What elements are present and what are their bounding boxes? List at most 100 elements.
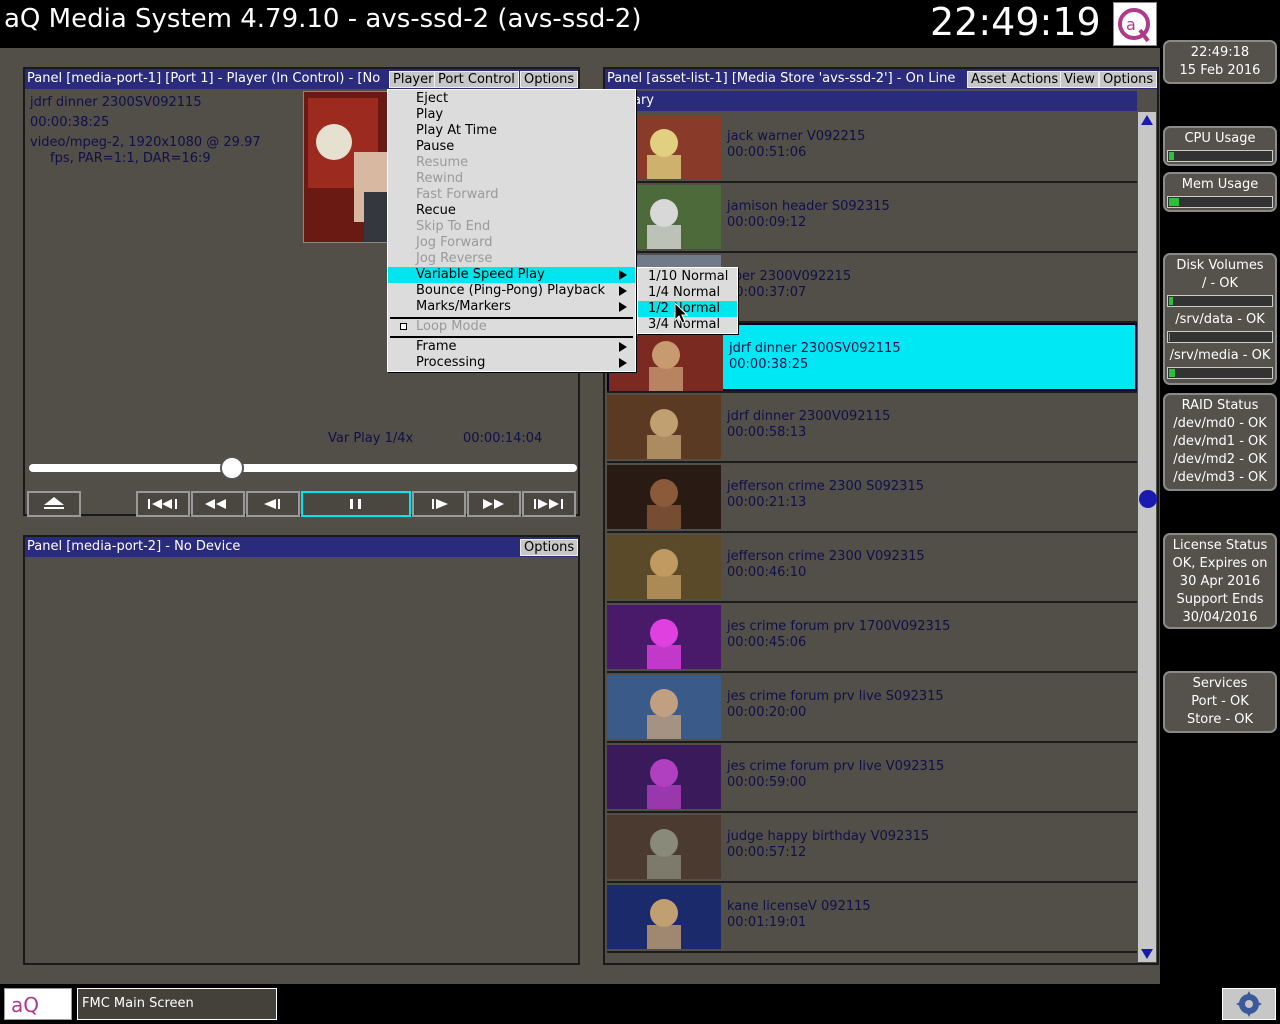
menu-bounce-playback[interactable]: Bounce (Ping-Pong) Playback — [388, 283, 635, 299]
player-menu-button[interactable]: Player — [389, 71, 438, 88]
asset-options-button[interactable]: Options — [1099, 71, 1158, 88]
asset-duration: 00:00:51:06 — [727, 145, 807, 160]
asset-list-item[interactable]: jes crime forum prv 1700V092315 00:00:45:… — [607, 603, 1137, 671]
status-clock-card: 22:49:18 15 Feb 2016 — [1163, 40, 1277, 84]
asset-list-title: Panel [asset-list-1] [Media Store 'avs-s… — [607, 71, 956, 86]
license-line: OK, Expires on — [1172, 556, 1268, 571]
clip-name: jdrf dinner 2300SV092115 — [30, 95, 202, 110]
menu-skip-to-end[interactable]: Skip To End — [388, 219, 635, 235]
asset-actions-button[interactable]: Asset Actions — [967, 71, 1063, 88]
asset-name: jes crime forum prv live S092315 — [727, 689, 944, 704]
scrollbar-thumb[interactable] — [1139, 490, 1157, 508]
asset-duration: 00:00:58:13 — [727, 425, 807, 440]
asset-name: jes crime forum prv live V092315 — [727, 759, 945, 774]
step-back-button[interactable] — [246, 491, 300, 517]
cpu-usage-label: CPU Usage — [1184, 131, 1256, 146]
menu-frame[interactable]: Frame — [388, 339, 635, 355]
menu-variable-speed-play[interactable]: Variable Speed Play — [388, 267, 635, 283]
step-forward-button[interactable] — [412, 491, 466, 517]
asset-duration: 00:00:37:07 — [727, 285, 807, 300]
speed-1-4[interactable]: 1/4 Normal — [638, 285, 737, 301]
asset-list-item[interactable]: kane licenseV 092115 00:01:19:01 — [607, 883, 1137, 951]
menu-jog-reverse[interactable]: Jog Reverse — [388, 251, 635, 267]
menu-processing[interactable]: Processing — [388, 355, 635, 371]
view-button[interactable]: View — [1060, 71, 1099, 88]
menu-play[interactable]: Play — [388, 107, 635, 123]
asset-list-item[interactable]: jefferson crime 2300 S092315 00:00:21:13 — [607, 463, 1137, 531]
gear-icon[interactable] — [1222, 988, 1276, 1020]
mem-usage-bar — [1167, 196, 1273, 208]
port2-options-button[interactable]: Options — [520, 539, 579, 556]
asset-duration: 00:00:38:25 — [729, 357, 809, 372]
menu-rewind[interactable]: Rewind — [388, 171, 635, 187]
submenu-arrow-icon — [619, 358, 627, 368]
menu-separator — [390, 336, 633, 338]
svg-text:a: a — [1126, 15, 1136, 34]
menu-resume[interactable]: Resume — [388, 155, 635, 171]
asset-list-item[interactable]: jdrf dinner 2300V092115 00:00:58:13 — [607, 393, 1137, 461]
support-date: 30/04/2016 — [1182, 610, 1258, 625]
menu-jog-forward[interactable]: Jog Forward — [388, 235, 635, 251]
scroll-up-icon[interactable] — [1138, 112, 1156, 128]
menu-bounce-label: Bounce (Ping-Pong) Playback — [416, 283, 606, 298]
disk-root-label: / - OK — [1201, 276, 1239, 291]
asset-list-item[interactable]: jamison header S092315 00:00:09:12 — [607, 183, 1137, 251]
menu-recue[interactable]: Recue — [388, 203, 635, 219]
position-slider[interactable] — [29, 464, 577, 472]
menu-processing-label: Processing — [416, 355, 486, 370]
eject-button[interactable] — [27, 491, 81, 517]
asset-name: jefferson crime 2300 S092315 — [727, 479, 924, 494]
asset-name: jamison header S092315 — [727, 199, 890, 214]
mem-usage-card: Mem Usage — [1163, 172, 1277, 212]
asset-name: jdrf dinner 2300V092115 — [727, 409, 891, 424]
license-expiry: 30 Apr 2016 — [1179, 574, 1261, 589]
menu-marks-markers[interactable]: Marks/Markers — [388, 299, 635, 315]
license-title: License Status — [1172, 538, 1268, 553]
disk-media-bar — [1167, 367, 1273, 379]
asset-name: jdrf dinner 2300SV092115 — [729, 341, 901, 356]
scroll-down-icon[interactable] — [1138, 946, 1156, 962]
disk-media-label: /srv/media - OK — [1169, 348, 1271, 363]
media-port-2-panel: Panel [media-port-2] - No Device Options — [23, 535, 580, 965]
speed-1-10[interactable]: 1/10 Normal — [638, 269, 737, 285]
raid-title: RAID Status — [1181, 398, 1259, 413]
skip-to-end-button[interactable] — [522, 491, 576, 517]
pause-button[interactable] — [301, 491, 411, 517]
skip-to-start-button[interactable] — [136, 491, 190, 517]
rewind-button[interactable] — [191, 491, 245, 517]
raid-md3: /dev/md3 - OK — [1173, 470, 1267, 485]
asset-list-subheader-label: ary — [633, 93, 655, 108]
asset-name: kane licenseV 092115 — [727, 899, 871, 914]
services-title: Services — [1192, 676, 1248, 691]
asset-list-item[interactable]: jes crime forum prv live S092315 00:00:20… — [607, 673, 1137, 741]
asset-thumbnail — [607, 675, 721, 739]
asset-name: jes crime forum prv 1700V092315 — [727, 619, 951, 634]
asset-list-item[interactable]: jefferson crime 2300 V092315 00:00:46:10 — [607, 533, 1137, 601]
port-control-button[interactable]: Port Control — [434, 71, 519, 88]
menu-play-at-time[interactable]: Play At Time — [388, 123, 635, 139]
asset-thumbnail — [607, 745, 721, 809]
disk-root-bar — [1167, 295, 1273, 307]
aq-menu-button[interactable]: aQ — [4, 988, 72, 1020]
menu-loop-mode[interactable]: Loop Mode — [388, 319, 635, 335]
position-slider-handle[interactable] — [219, 456, 244, 480]
fmc-main-screen-button[interactable]: FMC Main Screen — [77, 988, 277, 1020]
asset-list-item[interactable]: jes crime forum prv live V092315 00:00:59… — [607, 743, 1137, 811]
asset-duration: 00:00:20:00 — [727, 705, 807, 720]
asset-thumbnail — [607, 395, 721, 459]
menu-eject[interactable]: Eject — [388, 91, 635, 107]
asset-list-item[interactable]: judge happy birthday V092315 00:00:57:12 — [607, 813, 1137, 881]
fast-forward-button[interactable] — [467, 491, 521, 517]
clip-duration: 00:00:38:25 — [30, 115, 110, 130]
menu-frame-label: Frame — [416, 339, 457, 354]
asset-list-scrollbar[interactable] — [1138, 112, 1156, 962]
row-divider — [607, 951, 1137, 953]
raid-md0: /dev/md0 - OK — [1173, 416, 1267, 431]
aq-logo-icon: a — [1113, 2, 1157, 46]
menu-fast-forward[interactable]: Fast Forward — [388, 187, 635, 203]
port1-options-button[interactable]: Options — [520, 71, 579, 88]
disk-volumes-card: Disk Volumes / - OK /srv/data - OK /srv/… — [1163, 253, 1277, 385]
menu-pause[interactable]: Pause — [388, 139, 635, 155]
asset-list-item[interactable]: jack warner V092215 00:00:51:06 — [607, 113, 1137, 181]
media-port-2-title: Panel [media-port-2] - No Device — [27, 539, 241, 554]
